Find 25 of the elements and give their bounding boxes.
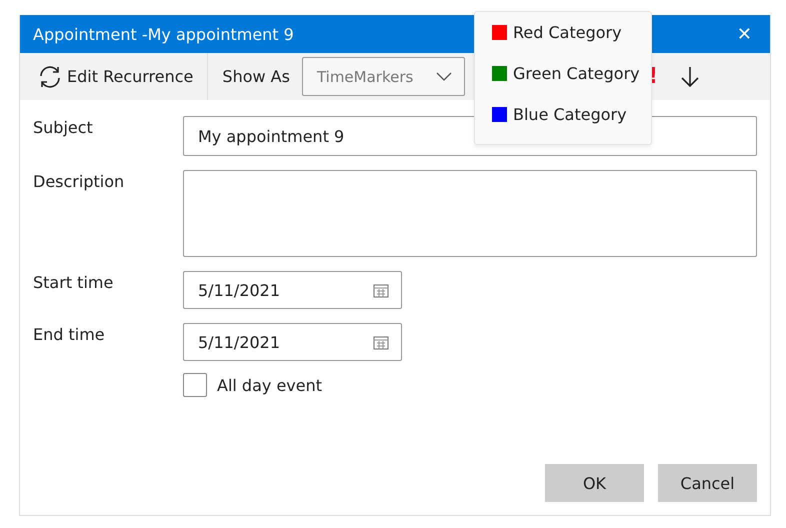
refresh-icon xyxy=(37,64,63,90)
checkbox-label: All day event xyxy=(217,376,322,394)
menu-item-label: Green Category xyxy=(513,64,640,82)
show-as-label: Show As xyxy=(221,67,291,86)
window-title: Appointment -My appointment 9 xyxy=(33,24,294,44)
menu-item[interactable]: Red Category xyxy=(492,20,651,44)
field-label: Subject xyxy=(33,117,94,137)
ok-button[interactable]: OK xyxy=(545,464,644,502)
calendar-icon xyxy=(373,282,389,298)
close-button[interactable]: ✕ xyxy=(730,24,758,44)
menu-item[interactable]: Green Category xyxy=(492,61,651,85)
chevron-down-icon xyxy=(436,72,452,82)
checkbox[interactable] xyxy=(183,373,207,397)
field-label: End time xyxy=(33,324,106,344)
field-label: Description xyxy=(33,171,126,191)
calendar-icon xyxy=(373,334,389,350)
arrow-down-icon xyxy=(680,66,700,88)
field-label: Start time xyxy=(33,272,114,292)
cancel-button[interactable]: Cancel xyxy=(658,464,757,502)
menu-item-label: Red Category xyxy=(513,22,622,42)
end-date-field[interactable]: 5/11/2021 xyxy=(183,323,402,361)
start-date-field[interactable]: 5/11/2021 xyxy=(183,271,402,309)
edit-recurrence-button[interactable]: Edit Recurrence xyxy=(20,53,208,100)
show-as-dropdown[interactable]: TimeMarkers xyxy=(302,57,465,96)
description-field[interactable] xyxy=(183,170,757,257)
